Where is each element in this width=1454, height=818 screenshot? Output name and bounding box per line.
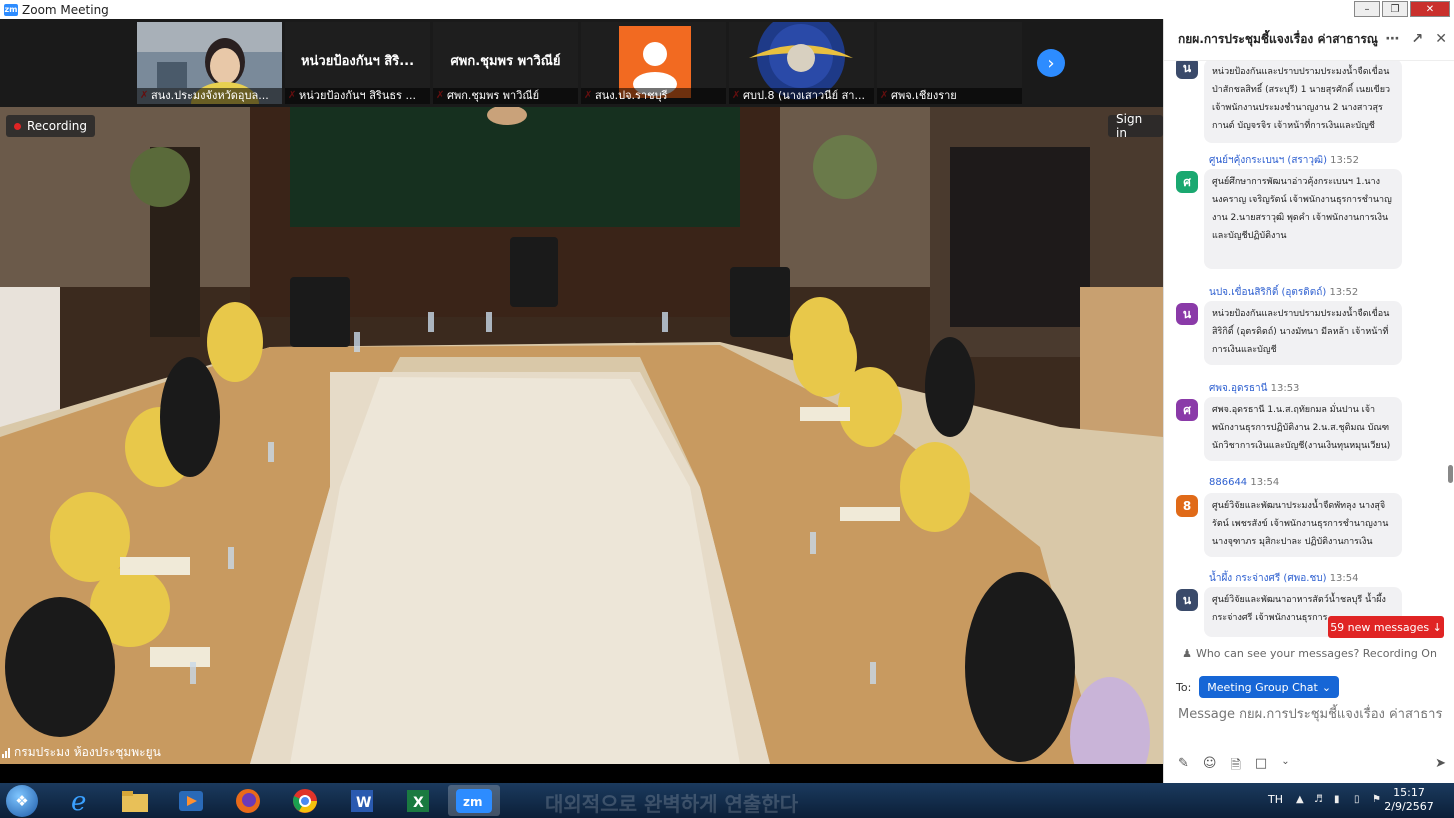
sign-in-button[interactable]: Sign in xyxy=(1108,112,1163,140)
chat-header: กยผ.การประชุมชี้แจงเรื่อง ค่าสาธารณู... … xyxy=(1164,19,1454,61)
chat-title: กยผ.การประชุมชี้แจงเรื่อง ค่าสาธารณู... xyxy=(1178,32,1378,46)
recording-dot-icon xyxy=(14,122,21,130)
message-text: ศพจ.อุดรธานี 1.น.ส.ฤทัยกมล มั่นปาน เจ้าพ… xyxy=(1204,397,1402,461)
sender-avatar: น xyxy=(1176,589,1198,611)
svg-text:zm: zm xyxy=(463,795,483,809)
to-label: To: xyxy=(1176,680,1192,694)
flag-icon[interactable]: ⚑ xyxy=(1372,794,1381,805)
chat-toolbar: ✎ ☺ 🗎 □ ⌄ ➤ xyxy=(1178,756,1448,778)
recording-label: Recording xyxy=(27,119,88,133)
clock-time: 15:17 xyxy=(1393,786,1425,799)
clock-date: 2/9/2567 xyxy=(1384,800,1434,813)
participant-tile[interactable]: ✗ ศพจ.เชียงราย xyxy=(877,22,1022,104)
connection-strength-icon xyxy=(2,747,10,758)
chat-panel: กยผ.การประชุมชี้แจงเรื่อง ค่าสาธารณู... … xyxy=(1163,19,1454,783)
sender-avatar: น xyxy=(1176,61,1198,79)
chevron-down-icon[interactable]: ⌄ xyxy=(1281,756,1289,778)
chat-scrollbar[interactable] xyxy=(1448,465,1453,483)
zoom-taskbar-icon[interactable]: zm xyxy=(448,785,500,816)
network-icon[interactable]: ▮ xyxy=(1334,794,1340,805)
screenshot-icon[interactable]: □ xyxy=(1255,756,1267,778)
close-button[interactable]: ✕ xyxy=(1410,1,1450,17)
participant-tile[interactable]: หน่วยป้องกันฯ สิริ... ✗ หน่วยป้องกันฯ สิ… xyxy=(285,22,430,104)
next-page-arrow-icon[interactable]: › xyxy=(1037,49,1065,77)
restore-button[interactable]: ❐ xyxy=(1382,1,1408,17)
close-chat-icon[interactable]: ✕ xyxy=(1435,31,1447,47)
start-button-icon[interactable]: ❖ xyxy=(6,785,38,817)
file-icon[interactable]: 🗎 xyxy=(1230,756,1240,778)
chevron-down-icon: ⌄ xyxy=(1321,680,1332,694)
room-name: กรมประมง ห้องประชุมพะยูน xyxy=(14,745,161,759)
message-visibility-note[interactable]: ♟ Who can see your messages? Recording O… xyxy=(1164,643,1454,663)
pop-out-icon[interactable]: ↗ xyxy=(1412,31,1424,47)
active-speaker-label: กรมประมง ห้องประชุมพะยูน xyxy=(2,743,161,762)
recipient-dropdown[interactable]: Meeting Group Chat ⌄ xyxy=(1199,676,1340,698)
new-messages-button[interactable]: 59 new messages ↓ xyxy=(1328,616,1444,638)
chat-message-list[interactable]: น หน่วยป้องกันและปราบปรามประมงน้ำจืดเขื่… xyxy=(1164,61,1454,639)
file-explorer-icon[interactable] xyxy=(109,785,161,816)
sender-avatar: 8 xyxy=(1176,495,1198,517)
window-title: Zoom Meeting xyxy=(22,2,109,17)
recipient-row: To: Meeting Group Chat ⌄ xyxy=(1176,676,1340,698)
overlay-caption: 대외적으로 완벽하게 연출한다 xyxy=(545,792,799,816)
battery-icon[interactable]: ▯ xyxy=(1354,794,1360,805)
message-sender: ศพจ.อุดรธานี 13:53 xyxy=(1209,383,1300,394)
sender-avatar: ศ xyxy=(1176,399,1198,421)
participant-name: ศบป.8 (นางเสาวนีย์ สา... xyxy=(729,88,874,104)
send-icon[interactable]: ➤ xyxy=(1435,756,1446,771)
chat-message-input[interactable] xyxy=(1178,703,1443,725)
minimize-button[interactable]: – xyxy=(1354,1,1380,17)
zoom-app-icon: zm xyxy=(4,3,18,16)
svg-text:e: e xyxy=(71,787,86,815)
participant-tile[interactable]: ศพก.ชุมพร พาวิณีย์ ✗ ศพก.ชุมพร พาวิณีย์ xyxy=(433,22,578,104)
speaker-video[interactable] xyxy=(0,107,1163,764)
participant-name: ศพก.ชุมพร พาวิณีย์ xyxy=(433,88,578,104)
emoji-icon[interactable]: ☺ xyxy=(1203,756,1217,778)
message-sender: น้ำผึ้ง กระจ่างศรี (ศพอ.ชบ) 13:54 xyxy=(1209,573,1359,584)
participant-strip: ✗ สนง.ประมงจังหวัดอุบล... หน่วยป้องกันฯ … xyxy=(0,19,1163,107)
participant-big-label: ศพก.ชุมพร พาวิณีย์ xyxy=(450,54,561,69)
word-icon[interactable]: W xyxy=(336,785,388,816)
message-text: หน่วยป้องกันและปราบปรามประมงน้ำจืดเขื่อน… xyxy=(1204,301,1402,365)
message-text: ศูนย์ศึกษาการพัฒนาอ่าวคุ้งกระเบนฯ 1.นางน… xyxy=(1204,169,1402,269)
message-sender: 886644 13:54 xyxy=(1209,477,1280,488)
participant-tile[interactable]: ✗ สนง.ประมงจังหวัดอุบล... xyxy=(137,22,282,104)
svg-text:X: X xyxy=(413,795,424,811)
message-sender: นปจ.เขื่อนสิริกิติ์ (อุตรดิตถ์) 13:52 xyxy=(1209,287,1359,298)
show-hidden-icons[interactable]: ▲ xyxy=(1296,794,1304,805)
excel-icon[interactable]: X xyxy=(392,785,444,816)
participant-name: ศพจ.เชียงราย xyxy=(877,88,1022,104)
participant-tile[interactable]: ✗ ศบป.8 (นางเสาวนีย์ สา... xyxy=(729,22,874,104)
volume-icon[interactable]: ♬ xyxy=(1314,794,1323,805)
person-icon: ♟ xyxy=(1182,646,1192,660)
svg-text:W: W xyxy=(356,795,371,811)
clock[interactable]: 15:17 2/9/2567 xyxy=(1384,786,1434,814)
participant-name: สนง.ประมงจังหวัดอุบล... xyxy=(137,88,282,104)
zoom-window: zm Zoom Meeting – ❐ ✕ สนง.ประมงจังหวัดอุ… xyxy=(0,0,1454,818)
recording-indicator[interactable]: Recording xyxy=(6,115,96,137)
message-text: หน่วยป้องกันและปราบปรามประมงน้ำจืดเขื่อน… xyxy=(1204,61,1402,143)
media-player-icon[interactable] xyxy=(165,785,217,816)
chrome-icon[interactable] xyxy=(279,785,331,816)
message-text: ศูนย์วิจัยและพัฒนาประมงน้ำจืดพัทลุง นางส… xyxy=(1204,493,1402,557)
participant-big-label: หน่วยป้องกันฯ สิริ... xyxy=(300,54,415,69)
meeting-stage: ✗ สนง.ประมงจังหวัดอุบล... หน่วยป้องกันฯ … xyxy=(0,19,1163,764)
sender-avatar: ศ xyxy=(1176,171,1198,193)
participant-name: สนง.ปจ.ราชบุรี xyxy=(581,88,726,104)
arrow-down-icon: ↓ xyxy=(1432,620,1442,634)
meeting-room-video-frame xyxy=(0,107,1163,764)
firefox-icon[interactable] xyxy=(222,785,274,816)
participant-tile[interactable]: ✗ สนง.ปจ.ราชบุรี xyxy=(581,22,726,104)
sender-avatar: น xyxy=(1176,303,1198,325)
language-indicator[interactable]: TH xyxy=(1268,793,1283,806)
title-bar: zm Zoom Meeting – ❐ ✕ xyxy=(0,0,1454,19)
more-options-icon[interactable]: ⋯ xyxy=(1386,31,1400,47)
format-text-icon[interactable]: ✎ xyxy=(1178,756,1189,778)
participant-name: หน่วยป้องกันฯ สิรินธร ... xyxy=(285,88,430,104)
message-sender: ศูนย์ฯคุ้งกระเบนฯ (สราวุฒิ) 13:52 xyxy=(1209,155,1359,166)
windows-taskbar: ❖ e W X zm 대외적으로 완벽하게 연출한다 TH ▲ ♬ ▮ ▯ ⚑ … xyxy=(0,783,1454,818)
internet-explorer-icon[interactable]: e xyxy=(55,785,107,816)
